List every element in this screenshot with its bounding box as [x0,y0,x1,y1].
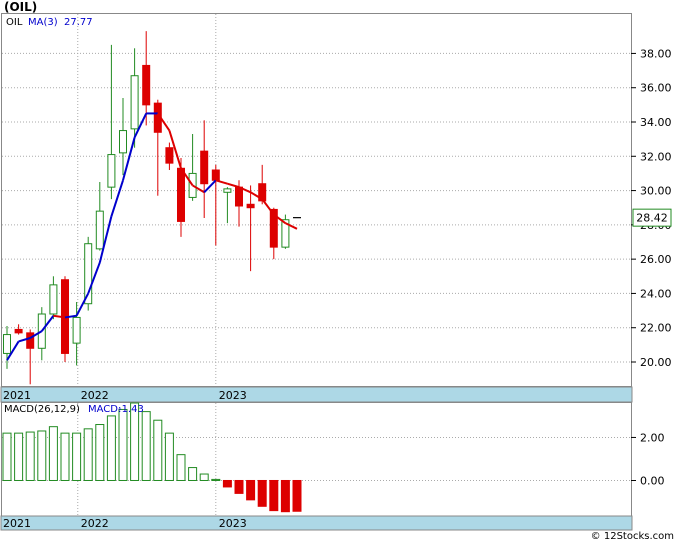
candle-body [211,169,220,181]
candle-up [281,214,290,249]
macd-tick-label: 0.00 [640,474,665,487]
macd-bar-negative [222,479,232,488]
candle-body [200,150,209,185]
macd-tick-label: 2.00 [640,431,665,444]
macd-bar-positive [37,430,47,481]
macd-bar-positive [199,473,209,481]
macd-xtick-label: 2021 [3,517,31,530]
macd-bar-positive [60,432,70,481]
macd-bar-positive [48,426,58,481]
macd-bar-negative [292,479,302,512]
candle-body [72,316,81,344]
legend-ma-value: 27.77 [64,17,93,28]
candle-body [49,284,58,315]
macd-y-axis: 0.00 2.00 [631,431,665,487]
price-tick-label: 34.00 [640,116,672,129]
price-tick-label: 30.00 [640,185,672,198]
legend-symbol: OIL [6,17,23,28]
macd-bar-positive [2,432,12,481]
macd-bar-positive [25,431,35,481]
candle-body [26,332,35,349]
macd-bar-positive [14,432,24,481]
macd-bar-negative [257,479,267,507]
price-tick-label: 38.00 [640,47,672,60]
candle-body [119,130,127,154]
candle-body [165,147,174,164]
macd-bar-negative [246,479,256,501]
macd-bar-positive [72,432,82,481]
price-tick-label: 26.00 [640,253,672,266]
macd-xtick-label: 2022 [81,517,109,530]
macd-bar-positive [83,428,93,481]
price-y-axis: 20.0022.0024.0026.0028.0030.0032.0034.00… [631,47,672,369]
candle-body [142,64,151,106]
candle-body [130,75,139,130]
price-xtick-label: 2022 [81,389,109,402]
macd-bar-negative [234,479,244,494]
macd-legend-label: MACD: [88,404,121,415]
price-tick-label: 20.00 [640,356,672,369]
macd-bar-positive [188,467,198,481]
price-tick-label: 22.00 [640,322,672,335]
macd-bar-positive [141,411,151,481]
price-tick-label: 24.00 [640,287,672,300]
footer-credit: © 12Stocks.com [590,531,674,542]
candle-body [14,328,23,334]
macd-bar-positive [176,454,186,481]
price-panel-frame [1,13,632,387]
price-tick-label: 32.00 [640,150,672,163]
macd-bar-positive [106,415,116,481]
price-xtick-label: 2023 [219,389,247,402]
macd-bar-positive [211,478,221,481]
candle-body [223,188,232,193]
macd-bar-positive [164,432,174,481]
macd-xtick-label: 2023 [219,517,247,530]
price-tick-label: 36.00 [640,82,672,95]
macd-bar-positive [153,419,163,481]
candle-body [246,203,255,209]
chart-canvas: 20.0022.0024.0026.0028.0030.0032.0034.00… [0,13,672,531]
macd-legend-params: MACD(26,12,9) [4,404,80,415]
macd-bar-negative [280,479,290,513]
macd-bar-negative [269,479,279,512]
last-price-label: 28.42 [636,212,668,225]
legend-ma-label: MA(3) [28,17,58,28]
candle-body [177,167,185,222]
macd-bar-positive [95,424,105,481]
price-xtick-label: 2021 [3,389,31,402]
candle-down [61,276,69,362]
macd-legend-value: -1.43 [118,404,144,415]
candle-body [3,334,11,354]
candle-body [235,186,243,207]
macd-bar-positive [118,408,128,481]
candle-body [95,210,104,250]
candle-body [107,154,116,188]
